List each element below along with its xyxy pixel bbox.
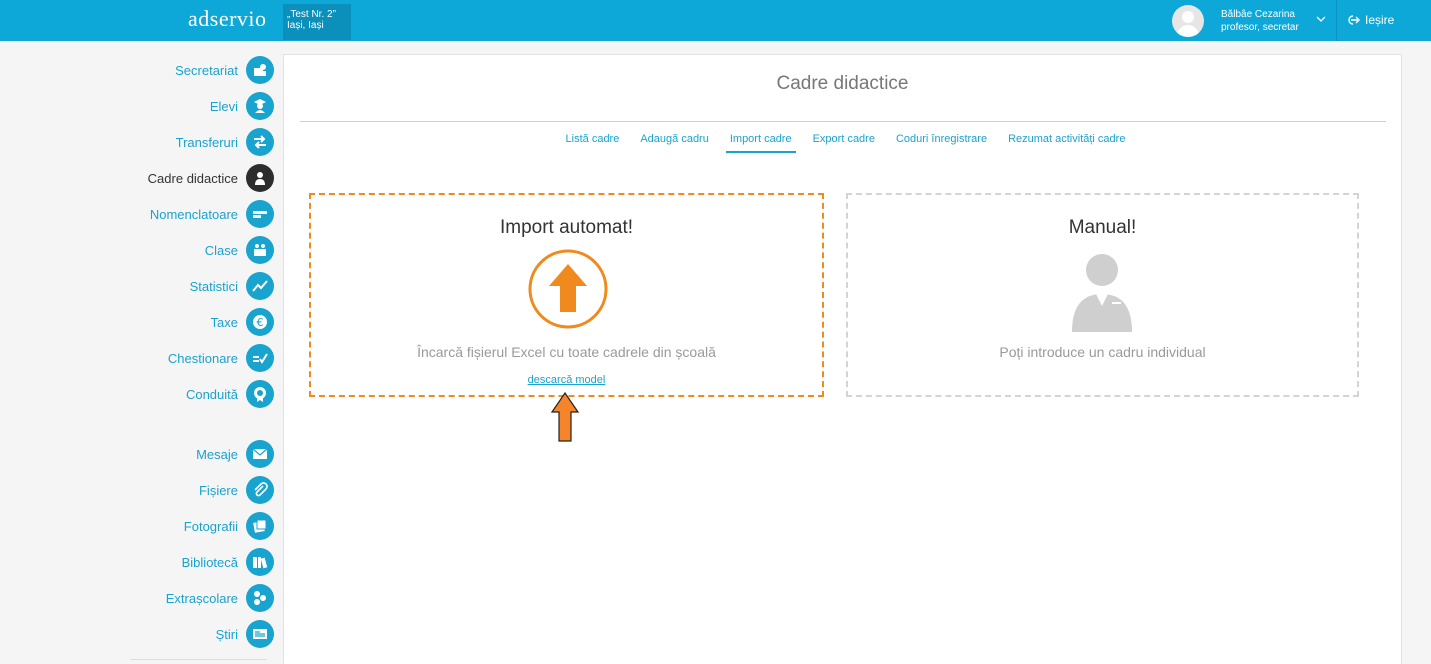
chevron-down-icon[interactable] xyxy=(1316,14,1326,24)
sidebar-item-label: Extrașcolare xyxy=(165,590,238,606)
survey-icon xyxy=(246,344,274,372)
sidebar: Secretariat Elevi Transferuri Cadre dida… xyxy=(0,41,283,664)
sidebar-item-label: Știri xyxy=(215,626,238,642)
import-auto-card[interactable]: Import automat! Încarcă fișierul Excel c… xyxy=(309,193,824,397)
user-info[interactable]: Bălbâe Cezarina profesor, secretar xyxy=(1221,8,1299,34)
nomenclature-icon xyxy=(246,200,274,228)
sidebar-item-label: Fișiere xyxy=(198,482,238,498)
svg-text:€: € xyxy=(257,316,264,329)
tab-export-cadre[interactable]: Export cadre xyxy=(809,133,879,153)
euro-icon: € xyxy=(246,308,274,336)
sidebar-item-statistici[interactable]: Statistici xyxy=(190,271,274,301)
conduct-icon xyxy=(246,380,274,408)
top-bar-divider xyxy=(1336,0,1337,41)
manual-card[interactable]: Manual! Poți introduce un cadru individu… xyxy=(846,193,1359,397)
logout-label: Ieșire xyxy=(1365,13,1395,27)
sidebar-item-clase[interactable]: Clase xyxy=(205,235,274,265)
news-icon xyxy=(246,620,274,648)
main-panel: Cadre didactice Listă cadre Adaugă cadru… xyxy=(283,54,1402,664)
tab-lista-cadre[interactable]: Listă cadre xyxy=(562,133,624,153)
avatar[interactable] xyxy=(1172,5,1204,37)
sidebar-item-label: Fotografii xyxy=(183,518,238,534)
page-title: Cadre didactice xyxy=(776,73,909,94)
top-bar: adservio „Test Nr. 2” Iași, Iași Bălbâe … xyxy=(0,0,1431,41)
tab-import-cadre[interactable]: Import cadre xyxy=(725,133,796,153)
classes-icon xyxy=(246,236,274,264)
import-auto-description: Încarcă fișierul Excel cu toate cadrele … xyxy=(417,344,716,360)
sidebar-item-label: Cadre didactice xyxy=(147,170,238,186)
sidebar-item-taxe[interactable]: Taxe € xyxy=(211,307,274,337)
user-role: profesor, secretar xyxy=(1221,22,1299,33)
tab-bar: Listă cadre Adaugă cadru Import cadre Ex… xyxy=(284,133,1401,153)
sidebar-item-label: Taxe xyxy=(210,314,238,330)
logo[interactable]: adservio xyxy=(188,6,267,32)
manual-description: Poți introduce un cadru individual xyxy=(999,344,1206,360)
sidebar-item-nomenclatoare[interactable]: Nomenclatoare xyxy=(150,199,274,229)
sidebar-item-extrascolare[interactable]: Extrașcolare xyxy=(166,583,274,613)
tab-rezumat-activitati[interactable]: Rezumat activități cadre xyxy=(1004,133,1129,153)
photos-icon xyxy=(246,512,274,540)
sidebar-item-label: Bibliotecă xyxy=(181,554,238,570)
sidebar-item-elevi[interactable]: Elevi xyxy=(210,91,274,121)
sidebar-item-conduita[interactable]: Conduită xyxy=(186,379,274,409)
sidebar-item-label: Secretariat xyxy=(175,62,238,78)
sidebar-item-transferuri[interactable]: Transferuri xyxy=(176,127,274,157)
tab-adauga-cadru[interactable]: Adaugă cadru xyxy=(636,133,713,153)
download-template-link[interactable]: descarcă model xyxy=(311,374,822,386)
manual-heading: Manual! xyxy=(1068,217,1137,238)
sidebar-item-label: Chestionare xyxy=(167,350,238,366)
import-auto-heading: Import automat! xyxy=(499,217,634,238)
sidebar-item-label: Nomenclatoare xyxy=(149,206,238,222)
sidebar-item-chestionare[interactable]: Chestionare xyxy=(168,343,274,373)
sidebar-item-label: Statistici xyxy=(189,278,238,294)
school-name: „Test Nr. 2” xyxy=(287,9,336,20)
sidebar-item-label: Transferuri xyxy=(175,134,238,150)
upload-arrow-icon[interactable] xyxy=(527,248,609,330)
sidebar-item-secretariat[interactable]: Secretariat xyxy=(175,55,274,85)
library-icon xyxy=(246,548,274,576)
sidebar-item-label: Conduită xyxy=(185,386,238,402)
sidebar-item-label: Elevi xyxy=(209,98,238,114)
sidebar-item-fotografii[interactable]: Fotografii xyxy=(184,511,274,541)
tab-coduri-inregistrare[interactable]: Coduri înregistrare xyxy=(892,133,991,153)
student-icon xyxy=(246,92,274,120)
sidebar-item-label: Clase xyxy=(204,242,238,258)
secretariat-icon xyxy=(246,56,274,84)
title-divider xyxy=(300,121,1386,122)
sidebar-item-biblioteca[interactable]: Bibliotecă xyxy=(182,547,274,577)
logout-button[interactable]: Ieșire xyxy=(1346,13,1394,27)
sidebar-divider xyxy=(130,659,267,660)
person-icon[interactable] xyxy=(1070,250,1134,332)
sidebar-item-label: Mesaje xyxy=(196,446,238,462)
transfer-icon xyxy=(246,128,274,156)
user-name: Bălbâe Cezarina xyxy=(1221,9,1295,20)
mail-icon xyxy=(246,440,274,468)
school-selector[interactable]: „Test Nr. 2” Iași, Iași xyxy=(283,4,351,40)
logout-icon xyxy=(1348,15,1360,25)
annotation-arrow-icon xyxy=(551,392,579,442)
paperclip-icon xyxy=(246,476,274,504)
sidebar-item-mesaje[interactable]: Mesaje xyxy=(196,439,274,469)
school-city: Iași, Iași xyxy=(287,20,324,31)
chart-icon xyxy=(246,272,274,300)
sidebar-item-cadre-didactice[interactable]: Cadre didactice xyxy=(148,163,274,193)
sidebar-item-stiri[interactable]: Știri xyxy=(216,619,274,649)
teacher-icon xyxy=(246,164,274,192)
sidebar-item-fisiere[interactable]: Fișiere xyxy=(199,475,274,505)
extracurricular-icon xyxy=(246,584,274,612)
